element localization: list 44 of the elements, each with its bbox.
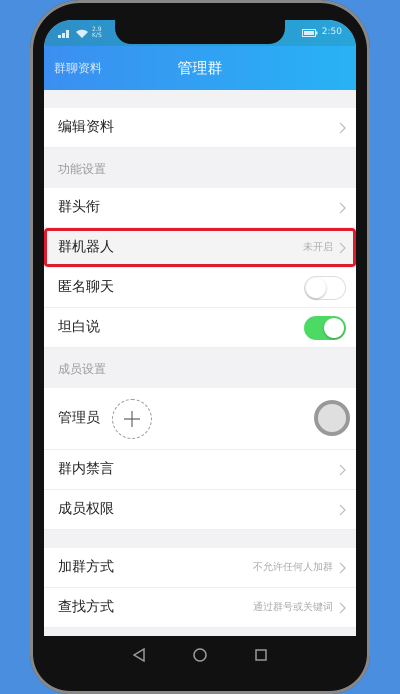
row-value: 不允许任何人加群 [253,560,333,575]
row-label: 查找方式 [58,598,114,617]
chevron-icon [339,602,346,614]
settings-row[interactable]: 群机器人 未开启 [44,228,356,268]
wifi-icon [76,28,88,38]
page-title: 管理群 [178,58,222,79]
toggle-switch[interactable] [304,316,346,340]
row-label: 匿名聊天 [58,278,114,297]
recent-apps-icon[interactable] [255,649,267,661]
section-title: 功能设置 [57,161,107,178]
status-time: 2:50 [322,26,342,40]
settings-row[interactable]: 群内禁言 [44,450,356,490]
plus-icon [124,410,140,426]
row-label: 群头衔 [58,198,100,217]
toggle-switch[interactable] [304,276,346,300]
row-label: 加群方式 [58,558,114,577]
row-label: 群内禁言 [58,460,114,479]
add-admin-button[interactable] [112,398,152,438]
battery-icon [302,29,318,37]
settings-row[interactable]: 匿名聊天 [44,268,356,308]
settings-row[interactable]: 成员权限 [44,490,356,530]
chevron-icon [339,464,346,476]
row-value: 未开启 [303,240,333,255]
chevron-icon [339,504,346,516]
settings-row[interactable]: 坦白说 [44,308,356,348]
chevron-icon [339,122,346,134]
row-label: 成员权限 [58,500,114,519]
settings-row[interactable]: 群头衔 [44,188,356,228]
row-label: 群机器人 [58,238,114,257]
settings-row[interactable]: 管理员 [44,388,356,450]
chevron-icon [339,562,346,574]
home-icon[interactable] [193,648,207,662]
section-title: 成员设置 [57,361,107,378]
settings-row[interactable]: 编辑资料 [44,108,356,148]
row-label: 管理员 [58,409,100,428]
settings-row[interactable]: 查找方式 通过群号或关键词 [44,588,356,628]
back-icon[interactable] [133,648,145,662]
row-label: 编辑资料 [58,118,114,137]
signal-icon [58,28,72,38]
row-value: 通过群号或关键词 [253,600,333,615]
chevron-icon [339,242,346,254]
settings-row[interactable]: 加群方式 不允许任何人加群 [44,548,356,588]
row-label: 坦白说 [58,318,100,337]
chevron-icon [339,202,346,214]
